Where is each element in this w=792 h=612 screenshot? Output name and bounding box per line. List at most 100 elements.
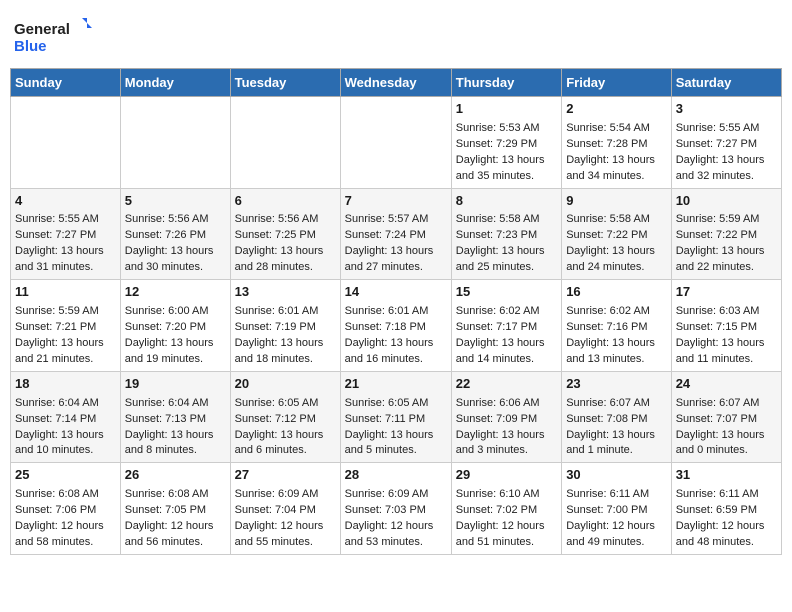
cell-text-line: Daylight: 13 hours — [15, 428, 116, 444]
weekday-header-friday: Friday — [562, 69, 672, 97]
calendar-cell: 30Sunrise: 6:11 AMSunset: 7:00 PMDayligh… — [562, 463, 672, 555]
cell-text-line: and 6 minutes. — [235, 443, 336, 459]
calendar-cell: 9Sunrise: 5:58 AMSunset: 7:22 PMDaylight… — [562, 188, 672, 280]
calendar-cell: 13Sunrise: 6:01 AMSunset: 7:19 PMDayligh… — [230, 280, 340, 372]
cell-text-line: and 14 minutes. — [456, 352, 557, 368]
calendar-cell: 18Sunrise: 6:04 AMSunset: 7:14 PMDayligh… — [11, 371, 121, 463]
cell-text-line: Sunset: 7:22 PM — [676, 228, 777, 244]
cell-text-line: and 16 minutes. — [345, 352, 447, 368]
cell-text-line: Sunrise: 6:10 AM — [456, 487, 557, 503]
day-number: 20 — [235, 375, 336, 394]
cell-text-line: and 8 minutes. — [125, 443, 226, 459]
cell-text-line: and 58 minutes. — [15, 535, 116, 551]
cell-text-line: Daylight: 13 hours — [566, 428, 667, 444]
cell-text-line: Daylight: 12 hours — [15, 519, 116, 535]
day-number: 27 — [235, 466, 336, 485]
cell-text-line: Sunrise: 5:58 AM — [456, 212, 557, 228]
calendar-cell: 28Sunrise: 6:09 AMSunset: 7:03 PMDayligh… — [340, 463, 451, 555]
day-number: 3 — [676, 100, 777, 119]
calendar-week-row: 11Sunrise: 5:59 AMSunset: 7:21 PMDayligh… — [11, 280, 782, 372]
cell-text-line: and 48 minutes. — [676, 535, 777, 551]
cell-text-line: Sunrise: 6:08 AM — [125, 487, 226, 503]
calendar-cell: 17Sunrise: 6:03 AMSunset: 7:15 PMDayligh… — [671, 280, 781, 372]
calendar-week-row: 1Sunrise: 5:53 AMSunset: 7:29 PMDaylight… — [11, 97, 782, 189]
cell-text-line: Sunset: 7:09 PM — [456, 412, 557, 428]
calendar-cell — [230, 97, 340, 189]
day-number: 22 — [456, 375, 557, 394]
weekday-header-sunday: Sunday — [11, 69, 121, 97]
cell-text-line: and 31 minutes. — [15, 260, 116, 276]
cell-text-line: Sunrise: 6:09 AM — [235, 487, 336, 503]
cell-text-line: Sunset: 7:15 PM — [676, 320, 777, 336]
day-number: 24 — [676, 375, 777, 394]
day-number: 21 — [345, 375, 447, 394]
cell-text-line: Daylight: 13 hours — [125, 244, 226, 260]
logo-icon: General Blue — [14, 14, 94, 58]
day-number: 5 — [125, 192, 226, 211]
cell-text-line: Sunrise: 6:11 AM — [566, 487, 667, 503]
cell-text-line: Daylight: 13 hours — [566, 244, 667, 260]
cell-text-line: Daylight: 13 hours — [345, 244, 447, 260]
cell-text-line: and 25 minutes. — [456, 260, 557, 276]
cell-text-line: Sunrise: 5:59 AM — [15, 304, 116, 320]
cell-text-line: Sunrise: 5:55 AM — [676, 121, 777, 137]
cell-text-line: Sunset: 7:22 PM — [566, 228, 667, 244]
cell-text-line: Sunset: 7:26 PM — [125, 228, 226, 244]
cell-text-line: Sunrise: 6:06 AM — [456, 396, 557, 412]
cell-text-line: and 10 minutes. — [15, 443, 116, 459]
cell-text-line: Sunrise: 6:04 AM — [125, 396, 226, 412]
calendar-week-row: 4Sunrise: 5:55 AMSunset: 7:27 PMDaylight… — [11, 188, 782, 280]
day-number: 23 — [566, 375, 667, 394]
cell-text-line: Sunrise: 6:09 AM — [345, 487, 447, 503]
cell-text-line: Sunset: 7:21 PM — [15, 320, 116, 336]
cell-text-line: Sunset: 7:23 PM — [456, 228, 557, 244]
calendar-cell: 7Sunrise: 5:57 AMSunset: 7:24 PMDaylight… — [340, 188, 451, 280]
calendar-week-row: 25Sunrise: 6:08 AMSunset: 7:06 PMDayligh… — [11, 463, 782, 555]
weekday-header-row: SundayMondayTuesdayWednesdayThursdayFrid… — [11, 69, 782, 97]
cell-text-line: Daylight: 13 hours — [456, 153, 557, 169]
calendar-table: SundayMondayTuesdayWednesdayThursdayFrid… — [10, 68, 782, 555]
cell-text-line: Sunset: 7:03 PM — [345, 503, 447, 519]
cell-text-line: and 5 minutes. — [345, 443, 447, 459]
svg-text:Blue: Blue — [14, 38, 47, 55]
cell-text-line: and 53 minutes. — [345, 535, 447, 551]
day-number: 9 — [566, 192, 667, 211]
cell-text-line: Daylight: 13 hours — [125, 336, 226, 352]
calendar-cell: 22Sunrise: 6:06 AMSunset: 7:09 PMDayligh… — [451, 371, 561, 463]
cell-text-line: Sunrise: 5:55 AM — [15, 212, 116, 228]
cell-text-line: Daylight: 12 hours — [676, 519, 777, 535]
cell-text-line: Sunset: 7:28 PM — [566, 137, 667, 153]
svg-text:General: General — [14, 21, 70, 38]
day-number: 6 — [235, 192, 336, 211]
calendar-cell: 26Sunrise: 6:08 AMSunset: 7:05 PMDayligh… — [120, 463, 230, 555]
cell-text-line: Sunrise: 5:56 AM — [125, 212, 226, 228]
cell-text-line: Sunrise: 6:04 AM — [15, 396, 116, 412]
calendar-week-row: 18Sunrise: 6:04 AMSunset: 7:14 PMDayligh… — [11, 371, 782, 463]
cell-text-line: Sunrise: 5:54 AM — [566, 121, 667, 137]
calendar-cell: 23Sunrise: 6:07 AMSunset: 7:08 PMDayligh… — [562, 371, 672, 463]
calendar-cell: 5Sunrise: 5:56 AMSunset: 7:26 PMDaylight… — [120, 188, 230, 280]
cell-text-line: Sunrise: 5:58 AM — [566, 212, 667, 228]
day-number: 2 — [566, 100, 667, 119]
cell-text-line: Sunrise: 6:02 AM — [456, 304, 557, 320]
cell-text-line: and 49 minutes. — [566, 535, 667, 551]
cell-text-line: Sunset: 7:04 PM — [235, 503, 336, 519]
day-number: 7 — [345, 192, 447, 211]
cell-text-line: and 51 minutes. — [456, 535, 557, 551]
day-number: 8 — [456, 192, 557, 211]
day-number: 25 — [15, 466, 116, 485]
cell-text-line: Daylight: 13 hours — [676, 153, 777, 169]
cell-text-line: Sunrise: 6:02 AM — [566, 304, 667, 320]
cell-text-line: Sunset: 7:11 PM — [345, 412, 447, 428]
calendar-cell: 4Sunrise: 5:55 AMSunset: 7:27 PMDaylight… — [11, 188, 121, 280]
calendar-cell — [120, 97, 230, 189]
cell-text-line: Sunset: 7:20 PM — [125, 320, 226, 336]
cell-text-line: Sunrise: 5:57 AM — [345, 212, 447, 228]
calendar-cell: 20Sunrise: 6:05 AMSunset: 7:12 PMDayligh… — [230, 371, 340, 463]
cell-text-line: Daylight: 12 hours — [235, 519, 336, 535]
cell-text-line: and 35 minutes. — [456, 169, 557, 185]
cell-text-line: Sunrise: 6:07 AM — [676, 396, 777, 412]
calendar-cell: 10Sunrise: 5:59 AMSunset: 7:22 PMDayligh… — [671, 188, 781, 280]
cell-text-line: Sunrise: 6:03 AM — [676, 304, 777, 320]
calendar-cell: 3Sunrise: 5:55 AMSunset: 7:27 PMDaylight… — [671, 97, 781, 189]
